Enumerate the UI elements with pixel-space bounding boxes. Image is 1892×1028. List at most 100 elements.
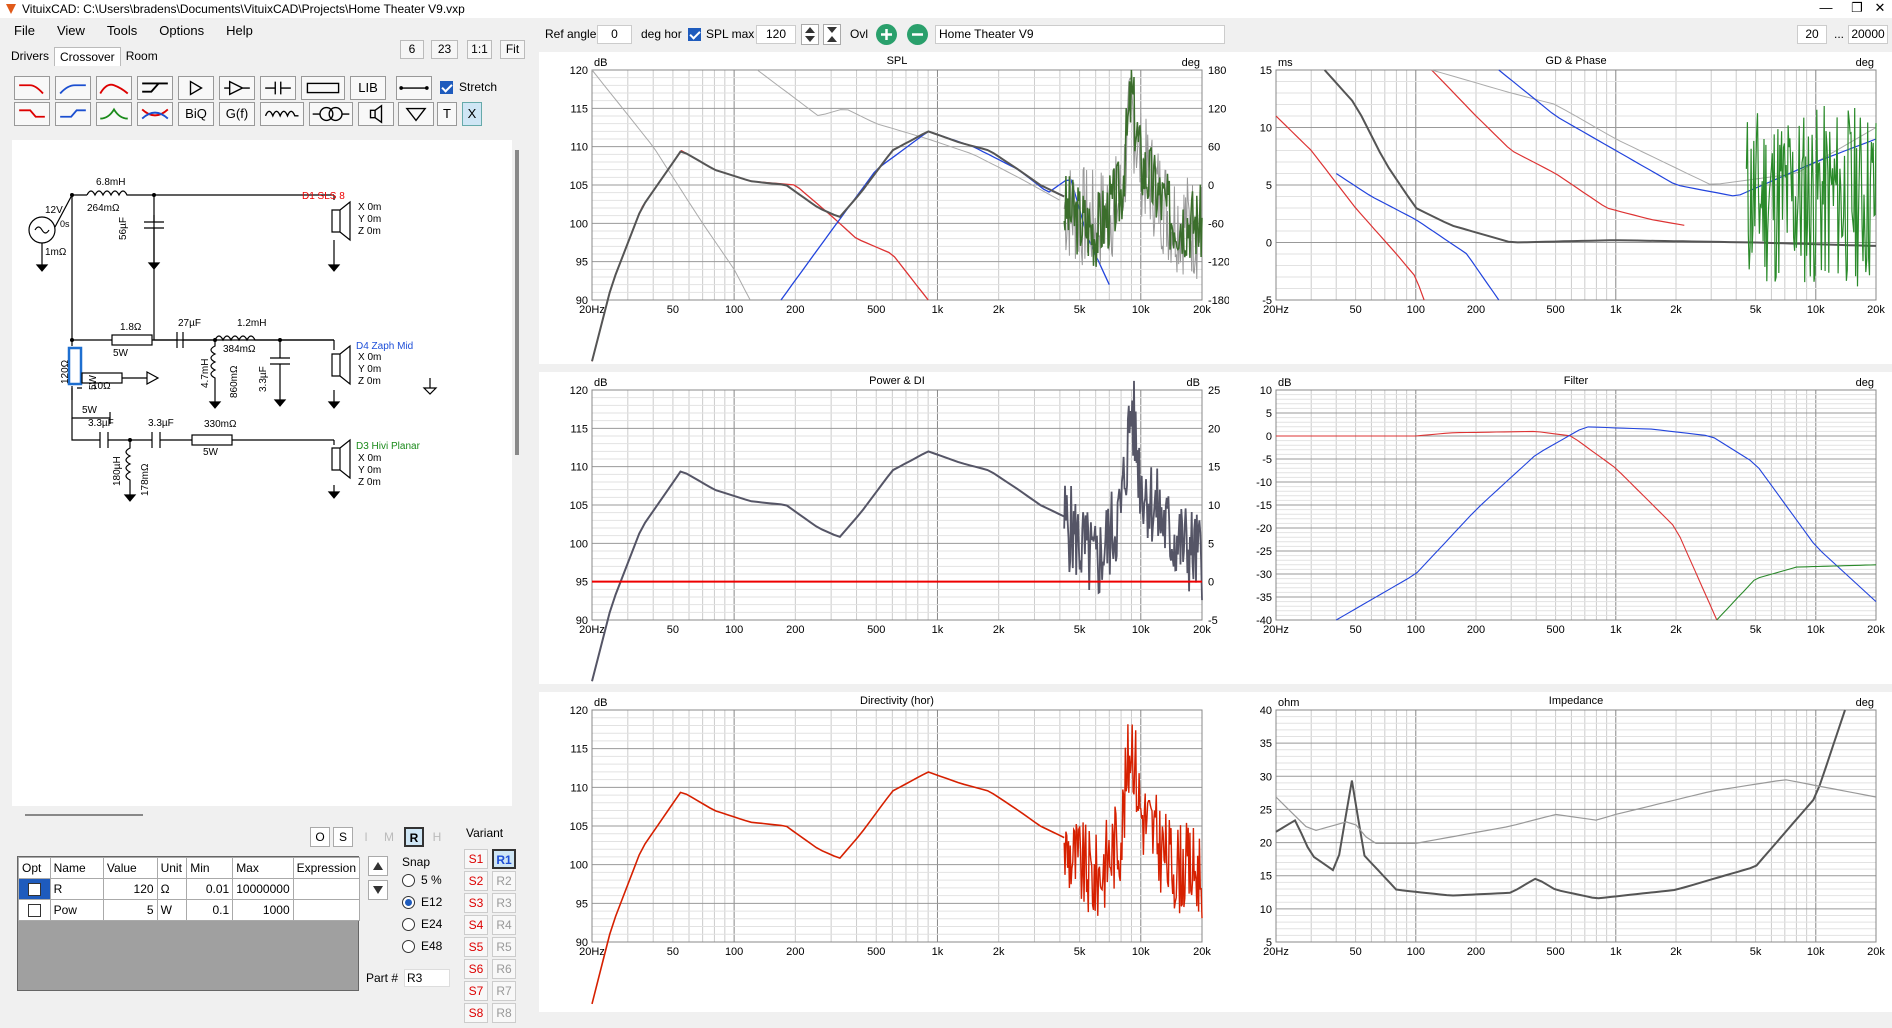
variant-r5-button[interactable]: R5 [492,937,516,957]
spl-fit-icon[interactable] [823,24,841,45]
param-max[interactable]: 1000 [232,899,294,921]
param-expr[interactable] [292,878,361,900]
directivity-graph[interactable]: 120 115 110 105 100 95 90 20Hz 50 100 200 500 1k 2k 5k… [539,692,1229,1012]
overlay-name-input[interactable]: Home Theater V9 [935,25,1225,44]
menu-help[interactable]: Help [212,20,261,42]
variant-s1-button[interactable]: S1 [464,849,488,869]
amplifier-button[interactable] [219,76,255,100]
driver-button[interactable] [358,102,394,126]
param-max[interactable]: 10000000 [232,878,294,900]
sel-o-button[interactable]: O [310,827,330,847]
transformer-button[interactable] [309,102,353,126]
opt-checkbox[interactable] [27,883,41,897]
wire-button[interactable] [396,76,432,100]
shelf-red-button[interactable] [14,102,50,126]
stretch-checkbox[interactable] [440,81,453,94]
tab-room[interactable]: Room [121,47,163,66]
shelf-blue-button[interactable] [55,102,91,126]
variant-s2-button[interactable]: S2 [464,871,488,891]
schematic-scrollbar[interactable] [515,150,519,455]
close-icon[interactable]: ✕ [1866,0,1892,16]
buffer-button[interactable] [178,76,214,100]
snap-e48-radio[interactable] [402,940,415,954]
variant-s6-button[interactable]: S6 [464,959,488,979]
zoom-23-button[interactable]: 23 [431,40,458,59]
variant-r2-button[interactable]: R2 [492,871,516,891]
variant-s3-button[interactable]: S3 [464,893,488,913]
snap-e24-radio[interactable] [402,918,415,932]
biquad-button[interactable]: BiQ [178,102,214,126]
zoom-6-button[interactable]: 6 [400,40,424,59]
zoom-1to1-button[interactable]: 1:1 [467,40,492,59]
sel-r-button[interactable]: R [404,827,424,847]
peak-green-button[interactable] [96,102,132,126]
ref-angle-input[interactable]: 0 [597,25,632,44]
param-name[interactable]: R [49,878,104,900]
schematic-canvas[interactable]: 12V 0s 1mΩ 6.8mH 264mΩ 56µF D1 SLS 8 X 0… [12,140,512,806]
notch-button[interactable] [137,102,173,126]
filter-graph[interactable]: 10 5 0 -5 -10 -15 -20 -25 -30 -35 -40 20Hz 50 100 200 5… [1229,372,1892,684]
menu-file[interactable]: File [0,20,43,42]
variant-r6-button[interactable]: R6 [492,959,516,979]
part-number-input[interactable]: R3 [404,969,450,987]
freq-max-input[interactable]: 20000 [1848,25,1888,44]
param-min[interactable]: 0.1 [186,899,234,921]
freq-min-input[interactable]: 20 [1797,25,1827,44]
spl-graph[interactable]: 120 115 110 105 100 95 90 180 120 60 0 -60 -120 -180 2… [539,52,1229,364]
gd-phase-graph[interactable]: 15 10 5 0 -5 20Hz 50 100 200 500 1k 2k 5k 10k 20k GD & … [1229,52,1892,364]
sel-i-button[interactable]: I [356,827,376,847]
variant-s5-button[interactable]: S5 [464,937,488,957]
variant-r4-button[interactable]: R4 [492,915,516,935]
allpass-button[interactable] [137,76,173,100]
menu-options[interactable]: Options [145,20,212,42]
spl-updown-icon[interactable] [801,24,819,45]
tab-crossover[interactable]: Crossover [54,47,121,66]
spl-max-checkbox[interactable] [688,28,701,41]
zoom-fit-button[interactable]: Fit [500,40,525,59]
gf-button[interactable]: G(f) [219,102,255,126]
variant-s4-button[interactable]: S4 [464,915,488,935]
tab-drivers[interactable]: Drivers [6,47,54,66]
sel-h-button[interactable]: H [427,827,447,847]
move-down-button[interactable] [368,880,388,900]
inductor-button[interactable] [260,102,304,126]
menu-tools[interactable]: Tools [93,20,145,42]
menu-view[interactable]: View [43,20,93,42]
bandpass-red-button[interactable] [96,76,132,100]
variant-r8-button[interactable]: R8 [492,1003,516,1023]
highpass-blue-button[interactable] [55,76,91,100]
move-up-button[interactable] [368,856,388,876]
param-name[interactable]: Pow [49,899,104,921]
resistor-button[interactable] [301,76,345,100]
snap-5pct-radio[interactable] [402,874,415,888]
minimize-icon[interactable]: — [1812,0,1840,15]
add-overlay-icon[interactable] [876,24,897,45]
param-value[interactable]: 120 [102,878,158,900]
variant-r1-button[interactable]: R1 [492,849,516,869]
x-button[interactable]: X [462,102,482,126]
remove-overlay-icon[interactable] [907,24,928,45]
sel-s-button[interactable]: S [333,827,353,847]
schematic-hscrollbar[interactable] [25,814,143,816]
y-tick-label: 100 [570,218,588,230]
variant-s8-button[interactable]: S8 [464,1003,488,1023]
capacitor-button[interactable] [260,76,296,100]
opt-checkbox[interactable] [27,904,41,918]
impedance-graph[interactable]: 40 35 30 25 20 15 10 5 20Hz 50 100 200 500 1k 2k 5k 10k 2… [1229,692,1892,1012]
sel-m-button[interactable]: M [379,827,399,847]
power-di-graph[interactable]: 120 115 110 105 100 95 90 25 20 15 10 5 0 -5 20Hz 50 100… [539,372,1229,684]
spl-max-input[interactable]: 120 [756,25,796,44]
lowpass-red-button[interactable] [14,76,50,100]
t-button[interactable]: T [437,102,457,126]
snap-e12-radio[interactable] [402,896,415,910]
param-value[interactable]: 5 [102,899,158,921]
variant-s7-button[interactable]: S7 [464,981,488,1001]
lib-button[interactable]: LIB [350,76,386,100]
param-expr[interactable] [292,899,361,921]
ground-button[interactable] [398,102,434,126]
schem-r10: 10Ω [92,381,111,392]
param-min[interactable]: 0.01 [186,878,234,900]
variant-r3-button[interactable]: R3 [492,893,516,913]
variant-r7-button[interactable]: R7 [492,981,516,1001]
x-tick-label: 2k [1670,624,1682,636]
